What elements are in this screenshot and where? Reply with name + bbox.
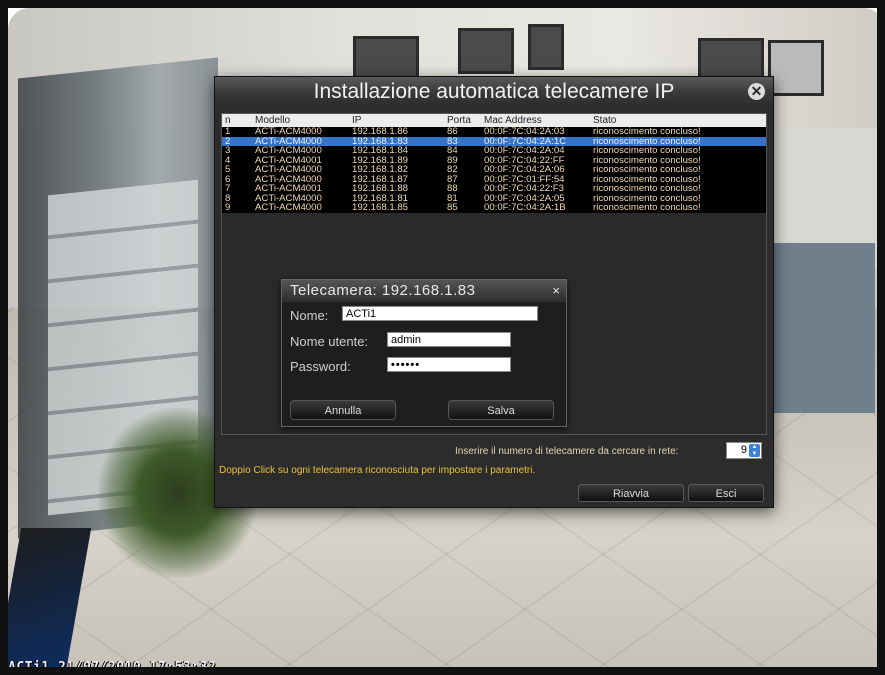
table-cell-modello: ACTi-ACM4000	[255, 165, 322, 175]
cancel-button[interactable]: Annulla	[290, 400, 396, 420]
table-row[interactable]: 9 ACTi-ACM4000 192.168.1.85 85 00:0F:7C:04:2…	[222, 203, 766, 213]
camera-settings-dialog: Telecamera: 192.168.1.83 × Nome: ACTi1 N…	[281, 279, 567, 427]
table-cell-porta: 87	[447, 174, 458, 184]
table-cell-n: 4	[225, 155, 231, 165]
password-field[interactable]: ••••••	[387, 357, 511, 372]
table-cell-porta: 83	[447, 136, 458, 146]
table-cell-mac: 00:0F:7C:04:2A:03	[484, 127, 565, 137]
table-cell-mac: 00:0F:7C:04:2A:1C	[484, 136, 567, 146]
table-cell-modello: ACTi-ACM4000	[255, 203, 322, 213]
table-cell-mac: 00:0F:7C:04:2A:04	[484, 146, 565, 156]
table-cell-modello: ACTi-ACM4001	[255, 184, 322, 194]
search-count-label: Inserire il numero di telecamere da cerc…	[455, 446, 679, 457]
table-cell-modello: ACTi-ACM4000	[255, 127, 322, 137]
column-header-ip[interactable]: IP	[349, 114, 444, 127]
table-cell-stato: riconoscimento concluso!	[593, 165, 701, 175]
table-cell-modello: ACTi-ACM4000	[255, 193, 322, 203]
camera-list-header: n Modello IP Porta Mac Address Stato	[222, 114, 766, 127]
table-cell-ip: 192.168.1.81	[352, 193, 409, 203]
table-cell-mac: 00:0F:7C:04:22:FF	[484, 155, 565, 165]
table-cell-mac: 00:0F:7C:04:22:F3	[484, 184, 564, 194]
table-cell-stato: riconoscimento concluso!	[593, 203, 701, 213]
password-label: Password:	[290, 359, 351, 374]
table-row[interactable]: 1 ACTi-ACM4000 192.168.1.86 86 00:0F:7C:04:2…	[222, 127, 766, 137]
table-row[interactable]: 2 ACTi-ACM4000 192.168.1.83 83 00:0F:7C:04:2…	[222, 136, 766, 146]
table-cell-n: 8	[225, 193, 231, 203]
column-header-modello[interactable]: Modello	[252, 114, 349, 127]
table-cell-porta: 81	[447, 193, 458, 203]
table-cell-porta: 89	[447, 155, 458, 165]
spin-arrows-icon[interactable]: ▲ ▼	[749, 444, 760, 457]
name-label: Nome:	[290, 308, 329, 323]
table-cell-ip: 192.168.1.89	[352, 155, 409, 165]
table-cell-ip: 192.168.1.83	[352, 136, 409, 146]
table-cell-n: 7	[225, 184, 231, 194]
wall-picture	[768, 40, 824, 96]
table-cell-n: 1	[225, 127, 231, 137]
wall-picture	[458, 28, 514, 74]
table-cell-stato: riconoscimento concluso!	[593, 155, 701, 165]
exit-button[interactable]: Esci	[688, 484, 764, 502]
table-cell-n: 5	[225, 165, 231, 175]
table-cell-ip: 192.168.1.85	[352, 203, 409, 213]
column-header-stato[interactable]: Stato	[590, 114, 766, 127]
table-row[interactable]: 4 ACTi-ACM4001 192.168.1.89 89 00:0F:7C:04:2…	[222, 155, 766, 165]
camera-list-rows: 1 ACTi-ACM4000 192.168.1.86 86 00:0F:7C:04:2…	[222, 127, 766, 213]
username-field[interactable]: admin	[387, 332, 511, 347]
table-cell-modello: ACTi-ACM4000	[255, 146, 322, 156]
table-cell-porta: 85	[447, 203, 458, 213]
camera-settings-title: Telecamera: 192.168.1.83	[282, 280, 566, 302]
table-cell-porta: 88	[447, 184, 458, 194]
wall-picture	[528, 24, 564, 70]
table-row[interactable]: 6 ACTi-ACM4000 192.168.1.87 87 00:0F:7C:01:F…	[222, 174, 766, 184]
table-cell-ip: 192.168.1.84	[352, 146, 409, 156]
table-cell-ip: 192.168.1.82	[352, 165, 409, 175]
column-header-mac[interactable]: Mac Address	[481, 114, 590, 127]
column-header-n[interactable]: n	[222, 114, 252, 127]
search-count-value: 9	[740, 444, 747, 456]
close-icon[interactable]: ✕	[748, 83, 765, 100]
save-button[interactable]: Salva	[448, 400, 554, 420]
dialog-title: Installazione automatica telecamere IP	[215, 77, 773, 107]
table-cell-stato: riconoscimento concluso!	[593, 127, 701, 137]
table-cell-stato: riconoscimento concluso!	[593, 193, 701, 203]
table-cell-modello: ACTi-ACM4000	[255, 174, 322, 184]
table-cell-mac: 00:0F:7C:04:2A:1B	[484, 203, 566, 213]
table-cell-stato: riconoscimento concluso!	[593, 146, 701, 156]
camera-timestamp: ACTi1 21/07/2010 17:53:32	[8, 660, 217, 675]
table-cell-stato: riconoscimento concluso!	[593, 184, 701, 194]
close-icon[interactable]: ×	[552, 283, 560, 298]
username-label: Nome utente:	[290, 334, 369, 349]
restart-button[interactable]: Riavvia	[578, 484, 684, 502]
table-cell-porta: 86	[447, 127, 458, 137]
hint-text: Doppio Click su ogni telecamera riconosc…	[219, 465, 536, 476]
table-cell-n: 3	[225, 146, 231, 156]
table-cell-mac: 00:0F:7C:04:2A:06	[484, 165, 565, 175]
table-cell-n: 6	[225, 174, 231, 184]
table-row[interactable]: 8 ACTi-ACM4000 192.168.1.81 81 00:0F:7C:04:2…	[222, 193, 766, 203]
table-row[interactable]: 5 ACTi-ACM4000 192.168.1.82 82 00:0F:7C:04:2…	[222, 165, 766, 175]
table-cell-modello: ACTi-ACM4001	[255, 155, 322, 165]
column-header-porta[interactable]: Porta	[444, 114, 481, 127]
table-cell-porta: 84	[447, 146, 458, 156]
search-count-stepper[interactable]: 9 ▲ ▼	[726, 442, 762, 459]
table-cell-n: 9	[225, 203, 231, 213]
table-cell-ip: 192.168.1.88	[352, 184, 409, 194]
name-field[interactable]: ACTi1	[342, 306, 538, 321]
table-cell-ip: 192.168.1.86	[352, 127, 409, 137]
table-cell-porta: 82	[447, 165, 458, 175]
table-cell-n: 2	[225, 136, 231, 146]
table-row[interactable]: 7 ACTi-ACM4001 192.168.1.88 88 00:0F:7C:04:2…	[222, 184, 766, 194]
table-cell-modello: ACTi-ACM4000	[255, 136, 322, 146]
table-cell-mac: 00:0F:7C:04:2A:05	[484, 193, 565, 203]
table-cell-stato: riconoscimento concluso!	[593, 174, 701, 184]
camera-panel	[760, 243, 875, 413]
table-row[interactable]: 3 ACTi-ACM4000 192.168.1.84 84 00:0F:7C:04:2…	[222, 146, 766, 156]
table-cell-mac: 00:0F:7C:01:FF:54	[484, 174, 565, 184]
table-cell-ip: 192.168.1.87	[352, 174, 409, 184]
table-cell-stato: riconoscimento concluso!	[593, 136, 701, 146]
